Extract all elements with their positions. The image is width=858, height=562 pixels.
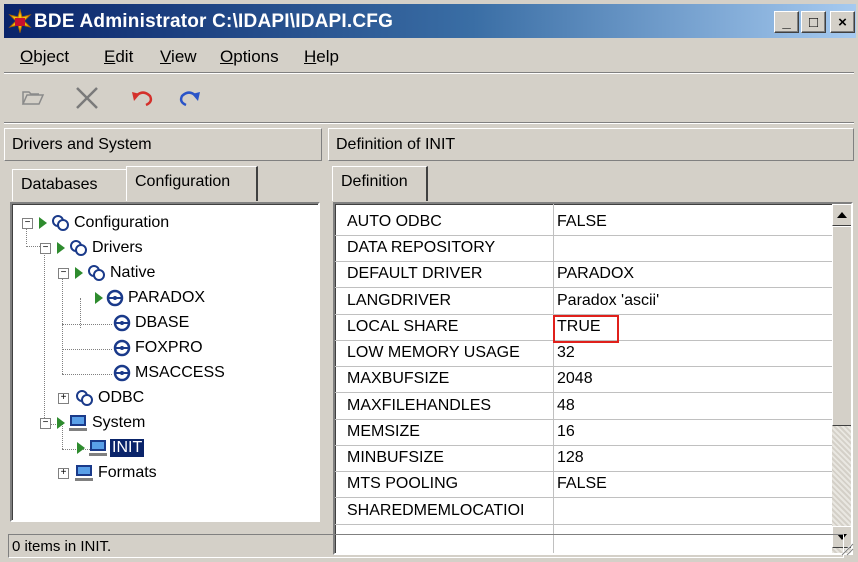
open-folder-icon[interactable] (18, 84, 48, 112)
expand-icon[interactable]: + (58, 468, 69, 479)
table-row[interactable]: LOW MEMORY USAGE 32 (335, 341, 832, 367)
table-row[interactable]: SHAREDMEMLOCATIOI (335, 499, 832, 525)
title-bar[interactable]: BDE Administrator C:\IDAPI\IDAPI.CFG _ □… (4, 4, 856, 38)
green-arrow-icon (95, 292, 103, 304)
table-row[interactable]: MAXBUFSIZE 2048 (335, 367, 832, 393)
green-arrow-icon (57, 242, 65, 254)
menu-edit[interactable]: Edit (104, 47, 133, 67)
undo-icon[interactable] (128, 84, 158, 112)
definition-grid[interactable]: AUTO ODBC FALSE DATA REPOSITORY DEFAULT D… (333, 202, 853, 555)
collapse-icon[interactable]: − (58, 268, 69, 279)
tree-node-system[interactable]: − System (12, 412, 312, 434)
tab-configuration[interactable]: Configuration (126, 166, 258, 201)
highlight-box (553, 315, 619, 343)
tree-node-dbase[interactable]: DBASE (12, 312, 312, 334)
left-panel-title: Drivers and System (12, 136, 152, 153)
scroll-thumb[interactable] (832, 226, 851, 426)
computer-icon (89, 440, 107, 456)
bde-app-icon (8, 9, 32, 33)
tab-databases[interactable]: Databases (12, 169, 128, 201)
config-icon (76, 390, 93, 406)
right-panel-title: Definition of INIT (336, 136, 456, 153)
green-arrow-icon (57, 417, 65, 429)
table-row[interactable]: DATA REPOSITORY (335, 236, 832, 262)
status-text: 0 items in INIT. (12, 538, 112, 555)
driver-wheel-icon (113, 314, 131, 332)
close-icon: × (838, 14, 847, 31)
config-icon (88, 265, 105, 281)
tab-definition[interactable]: Definition (332, 166, 428, 201)
tree-node-init[interactable]: INIT (12, 437, 312, 459)
bde-administrator-window: BDE Administrator C:\IDAPI\IDAPI.CFG _ □… (0, 0, 858, 562)
maximize-button[interactable]: □ (801, 11, 826, 33)
tab-databases-label: Databases (21, 176, 98, 193)
table-row[interactable]: LANGDRIVER Paradox 'ascii' (335, 289, 832, 315)
menu-separator (4, 72, 854, 74)
tree-node-configuration[interactable]: − Configuration (12, 212, 312, 234)
collapse-icon[interactable]: − (40, 243, 51, 254)
table-row[interactable]: AUTO ODBC FALSE (335, 210, 832, 236)
table-row[interactable]: DEFAULT DRIVER PARADOX (335, 262, 832, 288)
collapse-icon[interactable]: − (22, 218, 33, 229)
expand-icon[interactable]: + (58, 393, 69, 404)
vertical-scrollbar[interactable] (832, 204, 851, 553)
menu-object[interactable]: Object (20, 47, 69, 67)
minimize-icon: _ (782, 14, 791, 31)
config-icon (70, 240, 87, 256)
menu-bar: Object Edit View Options Help (4, 40, 854, 70)
green-arrow-icon (39, 217, 47, 229)
table-row[interactable]: MEMSIZE 16 (335, 420, 832, 446)
left-panel-header: Drivers and System (4, 128, 322, 161)
tree-node-msaccess[interactable]: MSACCESS (12, 362, 312, 384)
tab-configuration-label: Configuration (135, 173, 231, 190)
driver-wheel-icon (113, 339, 131, 357)
status-bar: 0 items in INIT. (4, 534, 854, 558)
green-arrow-icon (75, 267, 83, 279)
redo-icon[interactable] (174, 84, 204, 112)
tree-view[interactable]: − Configuration − Drivers − Native PARAD… (10, 202, 320, 522)
config-icon (52, 215, 69, 231)
tree-node-formats[interactable]: + Formats (12, 462, 312, 484)
toolbar-separator (4, 122, 854, 124)
table-row[interactable]: MINBUFSIZE 128 (335, 446, 832, 472)
scroll-up-icon (837, 212, 847, 218)
tree-node-paradox[interactable]: PARADOX (12, 287, 312, 309)
toolbar (4, 78, 854, 118)
green-arrow-icon (77, 442, 85, 454)
driver-wheel-icon (113, 364, 131, 382)
window-title: BDE Administrator C:\IDAPI\IDAPI.CFG (34, 11, 394, 32)
close-button[interactable]: × (830, 11, 855, 33)
table-row[interactable]: MAXFILEHANDLES 48 (335, 394, 832, 420)
scroll-up-button[interactable] (832, 204, 851, 226)
computer-icon (69, 415, 87, 431)
delete-x-icon[interactable] (72, 84, 102, 112)
menu-help[interactable]: Help (304, 47, 339, 67)
tree-node-drivers[interactable]: − Drivers (12, 237, 312, 259)
table-row[interactable]: MTS POOLING FALSE (335, 472, 832, 498)
menu-options[interactable]: Options (220, 47, 279, 67)
status-text-field: 0 items in INIT. (8, 534, 844, 558)
tree-node-native[interactable]: − Native (12, 262, 312, 284)
driver-wheel-icon (106, 289, 124, 307)
maximize-icon: □ (808, 14, 819, 31)
right-panel-header: Definition of INIT (328, 128, 854, 161)
tab-definition-label: Definition (341, 173, 408, 190)
tree-node-foxpro[interactable]: FOXPRO (12, 337, 312, 359)
resize-grip-icon[interactable] (838, 540, 854, 556)
computer-icon (75, 465, 93, 481)
selected-node-label: INIT (110, 439, 145, 457)
menu-view[interactable]: View (160, 47, 197, 67)
tree-node-odbc[interactable]: + ODBC (12, 387, 312, 409)
minimize-button[interactable]: _ (774, 11, 799, 33)
collapse-icon[interactable]: − (40, 418, 51, 429)
